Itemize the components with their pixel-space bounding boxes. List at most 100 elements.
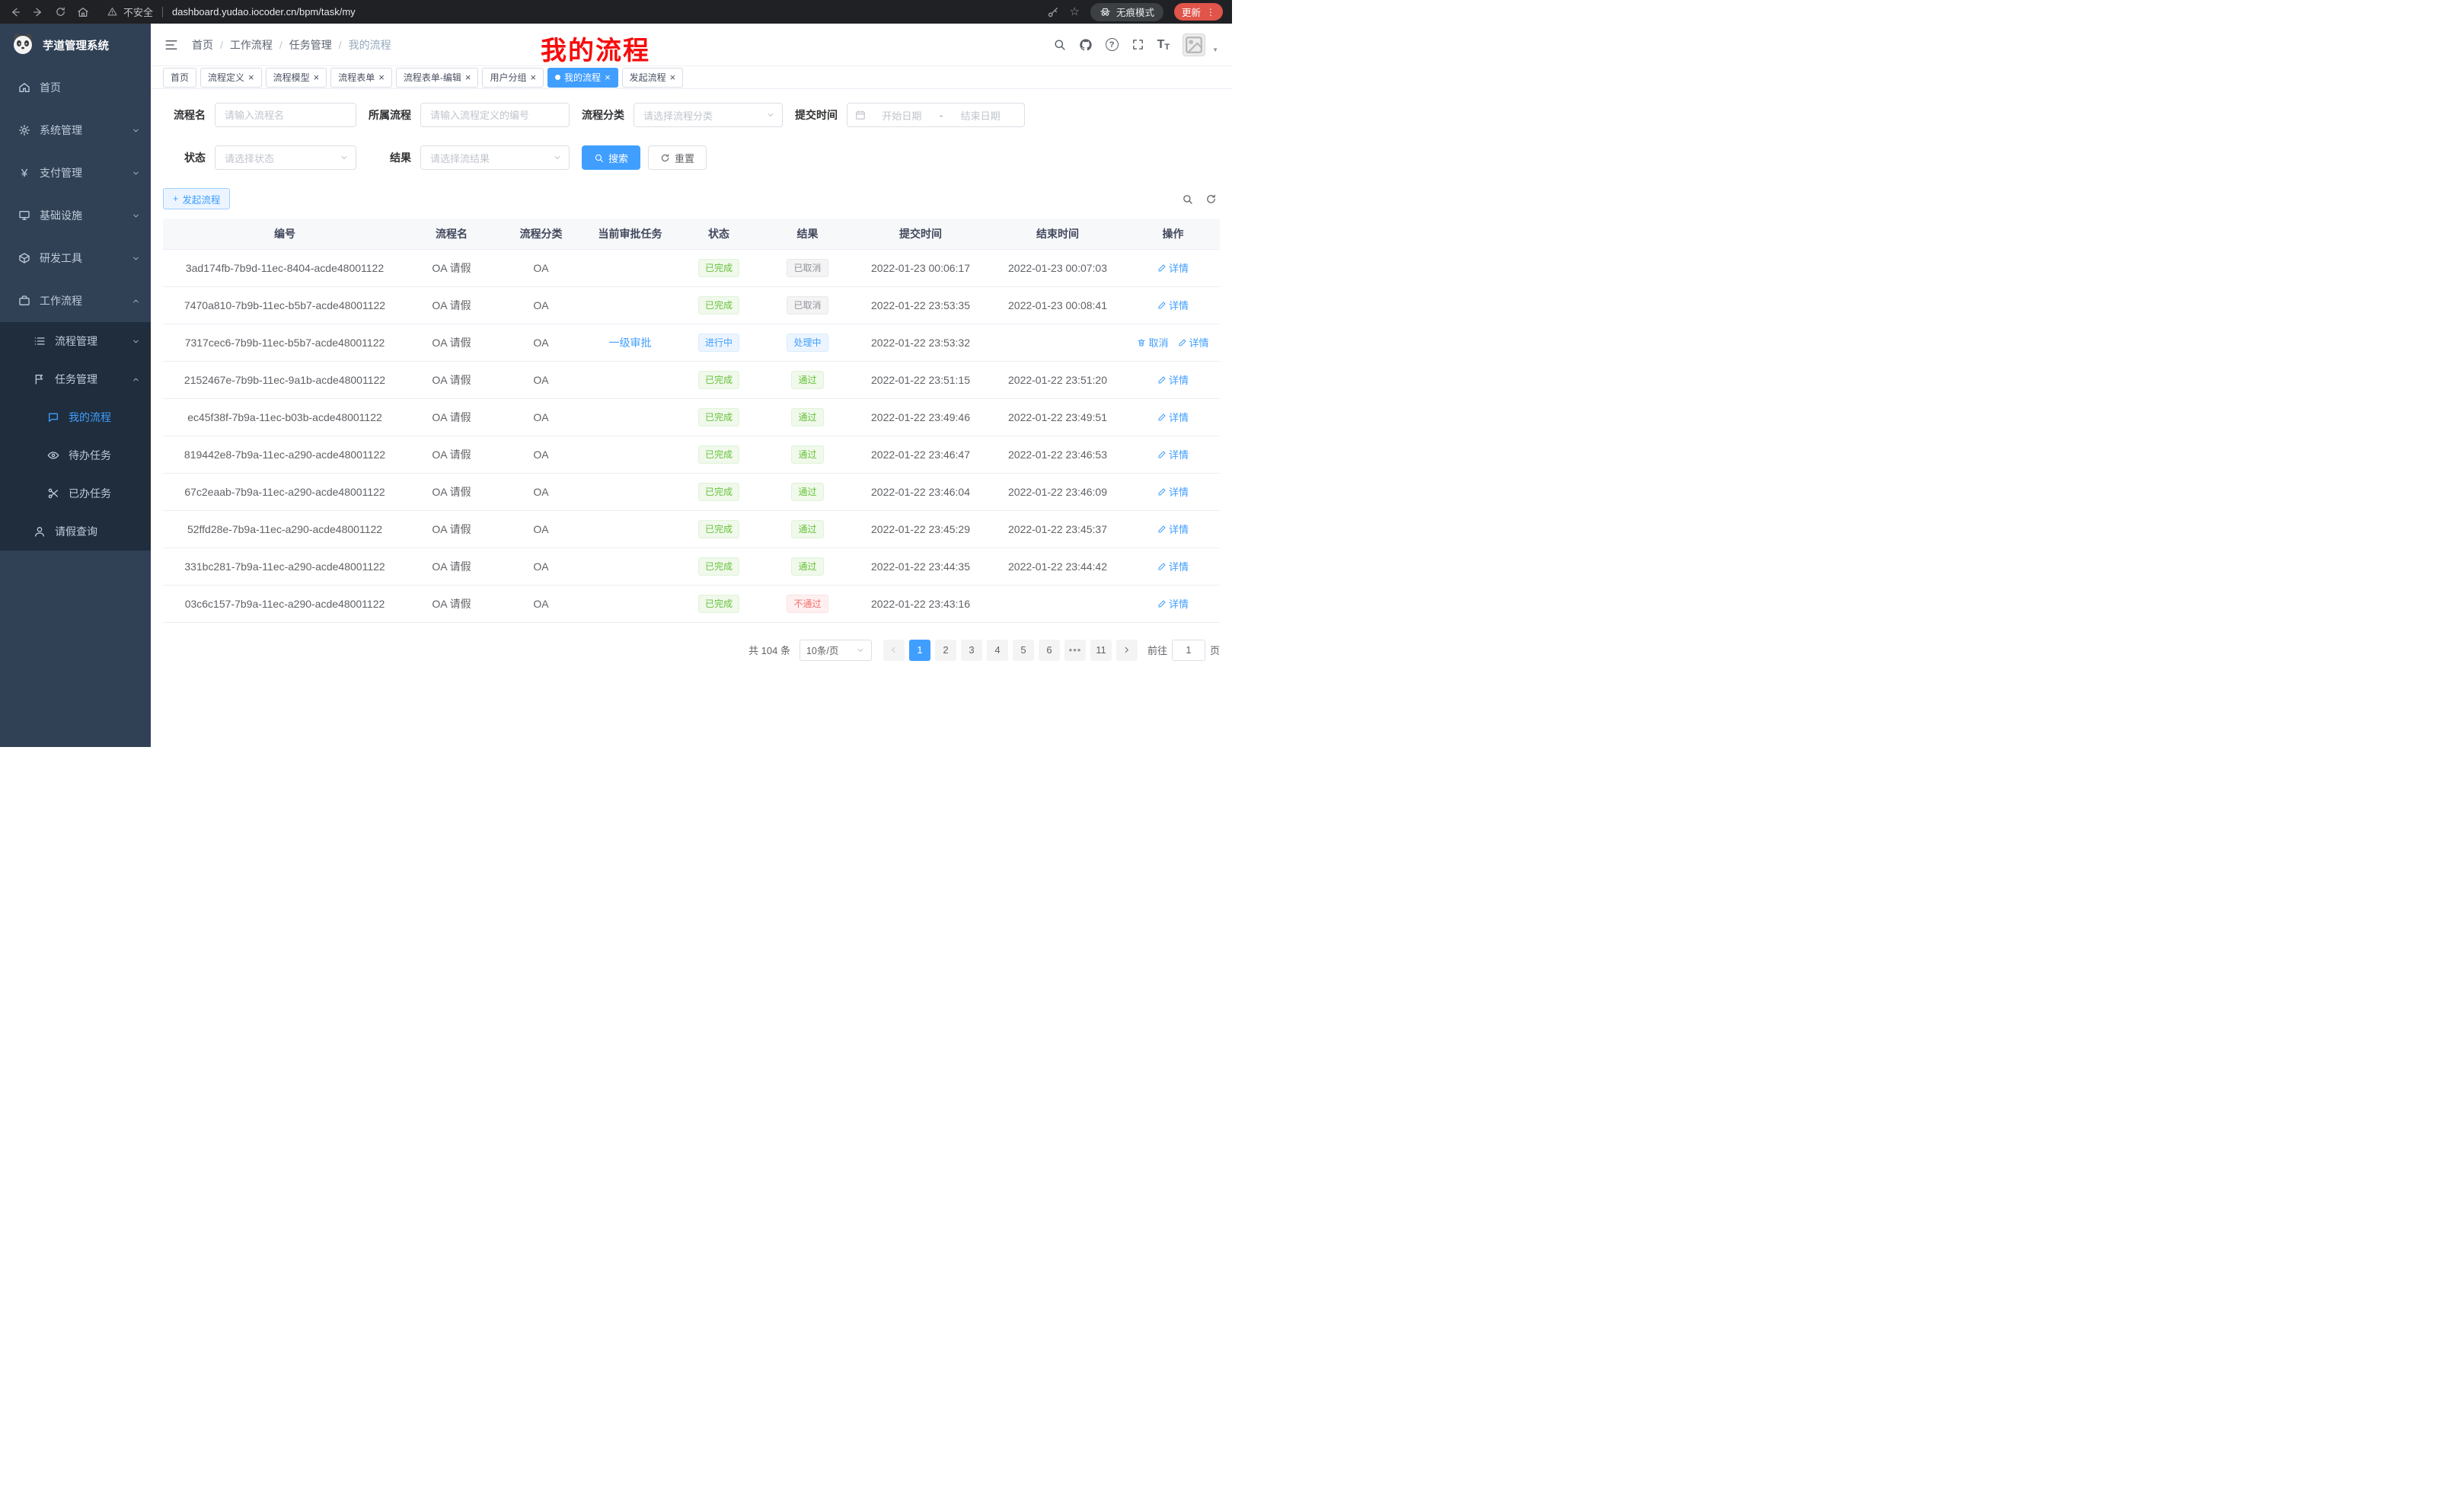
close-icon[interactable]: × <box>248 72 254 82</box>
sidebar-item-payment[interactable]: ¥ 支付管理 <box>0 152 151 194</box>
back-icon[interactable] <box>9 6 21 18</box>
cell-current-task <box>586 510 675 547</box>
sidebar-item-system[interactable]: 系统管理 <box>0 109 151 152</box>
goto-page-input[interactable] <box>1172 640 1205 661</box>
chevron-down-icon <box>856 646 865 655</box>
page-button-3[interactable]: 3 <box>961 640 982 661</box>
detail-link[interactable]: 详情 <box>1157 484 1189 499</box>
detail-link[interactable]: 详情 <box>1157 559 1189 573</box>
sidebar-item-todo-tasks[interactable]: 待办任务 <box>0 436 151 474</box>
app-logo[interactable]: 芋道管理系统 <box>0 24 151 66</box>
tab-process-definition[interactable]: 流程定义× <box>200 68 262 88</box>
collapse-menu-icon[interactable] <box>164 38 178 52</box>
chevron-up-icon <box>132 297 140 305</box>
status-tag: 已完成 <box>698 445 739 464</box>
detail-link[interactable]: 详情 <box>1157 522 1189 536</box>
cell-category: OA <box>496 324 586 361</box>
sidebar-item-task-management[interactable]: 任务管理 <box>0 360 151 398</box>
detail-link[interactable]: 详情 <box>1157 596 1189 611</box>
reload-icon[interactable] <box>55 6 66 18</box>
menu-dots-icon[interactable]: ⋮ <box>1206 7 1215 18</box>
chevron-down-icon <box>132 169 140 177</box>
cell-id: 52ffd28e-7b9a-11ec-a290-acde48001122 <box>163 510 407 547</box>
breadcrumb-item-workflow[interactable]: 工作流程 <box>230 37 273 53</box>
github-icon[interactable] <box>1079 38 1093 52</box>
start-process-button[interactable]: + 发起流程 <box>163 188 230 209</box>
close-icon[interactable]: × <box>314 72 320 82</box>
close-icon[interactable]: × <box>670 72 676 82</box>
app-header: 首页/ 工作流程/ 任务管理/ 我的流程 我的流程 ▼ <box>151 24 1232 66</box>
help-icon[interactable] <box>1106 38 1119 51</box>
process-category-select[interactable]: 请选择流程分类 <box>634 103 783 127</box>
detail-link[interactable]: 详情 <box>1157 372 1189 387</box>
close-icon[interactable]: × <box>530 72 536 82</box>
sidebar-item-home[interactable]: 首页 <box>0 66 151 109</box>
cell-result: 已取消 <box>763 249 852 286</box>
caret-down-icon[interactable]: ▼ <box>1212 46 1218 56</box>
cell-status: 已完成 <box>675 585 763 622</box>
cell-process-name: OA 请假 <box>407 547 496 585</box>
sidebar-item-dev-tools[interactable]: 研发工具 <box>0 237 151 279</box>
tab-start-process[interactable]: 发起流程× <box>622 68 684 88</box>
tab-home[interactable]: 首页 <box>163 68 196 88</box>
submit-time-range-picker[interactable]: 开始日期 - 结束日期 <box>847 103 1025 127</box>
close-icon[interactable]: × <box>605 72 611 82</box>
tab-my-process[interactable]: 我的流程× <box>547 68 618 88</box>
chevron-down-icon <box>340 153 349 162</box>
cancel-link[interactable]: 取消 <box>1137 335 1168 350</box>
search-button[interactable]: 搜索 <box>582 145 640 170</box>
status-select[interactable]: 请选择状态 <box>215 145 356 170</box>
detail-link[interactable]: 详情 <box>1157 410 1189 424</box>
search-icon[interactable] <box>1053 38 1066 51</box>
bookmark-star-icon[interactable]: ☆ <box>1070 6 1080 18</box>
page-button-11[interactable]: 11 <box>1090 640 1112 661</box>
refresh-icon[interactable] <box>1205 193 1217 205</box>
page-button-1[interactable]: 1 <box>909 640 930 661</box>
tab-user-group[interactable]: 用户分组× <box>482 68 544 88</box>
forward-icon[interactable] <box>32 6 44 18</box>
fullscreen-icon[interactable] <box>1131 38 1144 51</box>
sidebar-item-done-tasks[interactable]: 已办任务 <box>0 474 151 512</box>
process-name-input[interactable] <box>215 103 356 127</box>
tab-process-form-edit[interactable]: 流程表单-编辑× <box>396 68 479 88</box>
breadcrumb-item-home[interactable]: 首页 <box>192 37 213 53</box>
process-definition-input[interactable] <box>420 103 570 127</box>
avatar[interactable] <box>1183 34 1205 56</box>
result-select[interactable]: 请选择流结果 <box>420 145 570 170</box>
password-key-icon[interactable] <box>1047 6 1059 18</box>
page-button-4[interactable]: 4 <box>987 640 1008 661</box>
reset-button[interactable]: 重置 <box>648 145 707 170</box>
sidebar-item-infrastructure[interactable]: 基础设施 <box>0 194 151 237</box>
next-page-button[interactable] <box>1116 640 1138 661</box>
detail-link[interactable]: 详情 <box>1178 335 1209 350</box>
home-icon[interactable] <box>77 6 89 18</box>
close-icon[interactable]: × <box>465 72 471 82</box>
column-header-name: 流程名 <box>407 219 496 249</box>
close-icon[interactable]: × <box>378 72 385 82</box>
cell-category: OA <box>496 510 586 547</box>
more-pages-button[interactable]: ••• <box>1064 640 1086 661</box>
cell-current-task <box>586 585 675 622</box>
process-definition-label: 所属流程 <box>369 107 411 123</box>
prev-page-button[interactable] <box>883 640 905 661</box>
page-button-6[interactable]: 6 <box>1039 640 1060 661</box>
breadcrumb-item-task-management[interactable]: 任务管理 <box>289 37 332 53</box>
status-tag: 已完成 <box>698 483 739 501</box>
detail-link[interactable]: 详情 <box>1157 298 1189 312</box>
sidebar-item-my-process[interactable]: 我的流程 <box>0 398 151 436</box>
update-button[interactable]: 更新 ⋮ <box>1174 3 1223 21</box>
page-button-2[interactable]: 2 <box>935 640 956 661</box>
sidebar-item-workflow[interactable]: 工作流程 <box>0 279 151 322</box>
sidebar-item-leave-query[interactable]: 请假查询 <box>0 512 151 551</box>
address-bar[interactable]: 不安全 dashboard.yudao.iocoder.cn/bpm/task/… <box>100 5 1036 19</box>
detail-link[interactable]: 详情 <box>1157 447 1189 461</box>
font-size-icon[interactable] <box>1157 38 1170 52</box>
search-toggle-icon[interactable] <box>1182 193 1193 205</box>
detail-link[interactable]: 详情 <box>1157 260 1189 275</box>
page-button-5[interactable]: 5 <box>1013 640 1034 661</box>
tab-process-model[interactable]: 流程模型× <box>266 68 327 88</box>
tab-process-form[interactable]: 流程表单× <box>330 68 392 88</box>
current-task-link[interactable]: 一级审批 <box>609 337 652 349</box>
sidebar-item-process-management[interactable]: 流程管理 <box>0 322 151 360</box>
page-size-select[interactable]: 10条/页 <box>800 640 872 661</box>
